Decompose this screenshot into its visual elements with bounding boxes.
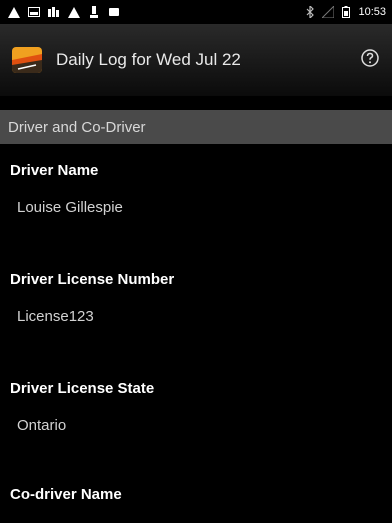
alert-triangle-icon xyxy=(8,6,20,18)
page-title: Daily Log for Wed Jul 22 xyxy=(56,50,241,69)
status-time: 10:53 xyxy=(358,6,386,18)
help-button[interactable] xyxy=(360,48,380,68)
help-icon xyxy=(360,49,380,72)
alert-triangle-icon xyxy=(68,6,80,18)
square-icon xyxy=(108,6,120,18)
section-header: Driver and Co-Driver xyxy=(0,110,392,144)
bluetooth-icon xyxy=(304,6,316,18)
download-icon xyxy=(88,6,100,18)
driver-name-field[interactable] xyxy=(17,199,367,216)
battery-icon xyxy=(340,6,352,18)
status-bar: 10:53 xyxy=(0,0,392,24)
image-icon xyxy=(28,6,40,18)
signal-icon xyxy=(48,6,60,18)
driver-license-number-label: Driver License Number xyxy=(10,271,175,288)
driver-name-label: Driver Name xyxy=(10,162,99,179)
road-logo-icon xyxy=(12,47,42,73)
cell-signal-icon xyxy=(322,6,335,18)
driver-license-state-label: Driver License State xyxy=(10,380,155,397)
co-driver-name-label: Co-driver Name xyxy=(10,486,122,503)
driver-license-number-field[interactable] xyxy=(17,308,367,325)
driver-license-state-field[interactable] xyxy=(17,417,367,434)
app-bar: Daily Log for Wed Jul 22 xyxy=(0,24,392,96)
